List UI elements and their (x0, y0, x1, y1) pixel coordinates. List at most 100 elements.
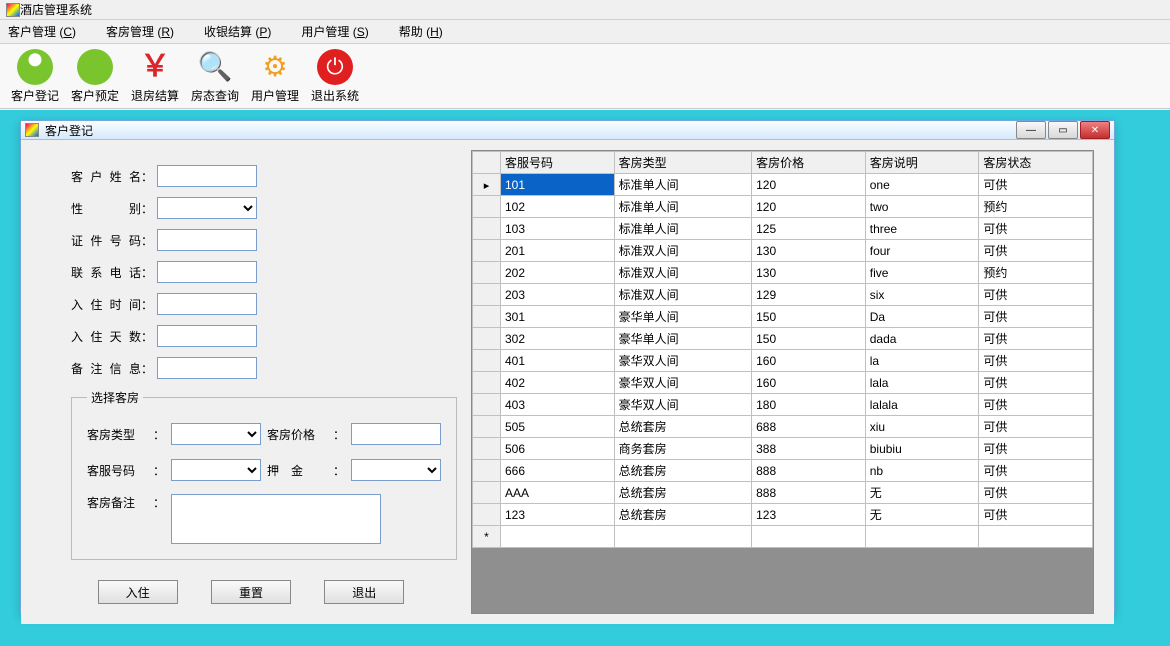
grid-cell[interactable]: 102 (501, 196, 615, 218)
grid-cell[interactable]: 666 (501, 460, 615, 482)
grid-cell[interactable]: la (865, 350, 979, 372)
grid-cell[interactable]: 888 (752, 482, 866, 504)
grid-cell[interactable]: 120 (752, 174, 866, 196)
deposit-select[interactable] (351, 459, 441, 481)
grid-cell[interactable]: 302 (501, 328, 615, 350)
grid-cell[interactable]: lala (865, 372, 979, 394)
grid-cell[interactable]: 豪华双人间 (614, 394, 752, 416)
grid-cell[interactable]: 豪华单人间 (614, 306, 752, 328)
grid-cell[interactable]: 可供 (979, 482, 1093, 504)
grid-cell[interactable]: 160 (752, 350, 866, 372)
table-row[interactable]: 401豪华双人间160la可供 (473, 350, 1093, 372)
grid-cell[interactable]: 可供 (979, 372, 1093, 394)
grid-cell[interactable]: 150 (752, 328, 866, 350)
grid-cell[interactable]: 130 (752, 240, 866, 262)
grid-cell[interactable]: 203 (501, 284, 615, 306)
grid-cell[interactable]: 403 (501, 394, 615, 416)
toolbar-btn-customer-register[interactable]: 客户登记 (10, 46, 60, 106)
table-row[interactable]: AAA总统套房888无可供 (473, 482, 1093, 504)
grid-cell[interactable]: 180 (752, 394, 866, 416)
table-row[interactable]: 301豪华单人间150Da可供 (473, 306, 1093, 328)
table-row[interactable]: 402豪华双人间160lala可供 (473, 372, 1093, 394)
grid-cell[interactable]: xiu (865, 416, 979, 438)
table-row[interactable]: 202标准双人间130five预约 (473, 262, 1093, 284)
grid-cell[interactable]: 388 (752, 438, 866, 460)
remark-input[interactable] (157, 357, 257, 379)
toolbar-btn-exit-system[interactable]: ⏻退出系统 (310, 46, 360, 106)
grid-cell[interactable]: 总统套房 (614, 504, 752, 526)
grid-cell[interactable]: 150 (752, 306, 866, 328)
minimize-button[interactable]: — (1016, 121, 1046, 139)
menu-item-帮助[interactable]: 帮助 (H) (399, 23, 443, 40)
menu-item-客房管理[interactable]: 客房管理 (R) (106, 23, 174, 40)
grid-cell[interactable]: 201 (501, 240, 615, 262)
grid-cell[interactable]: 123 (752, 504, 866, 526)
grid-cell[interactable]: dada (865, 328, 979, 350)
grid-cell[interactable]: 可供 (979, 306, 1093, 328)
grid-cell[interactable]: 无 (865, 504, 979, 526)
room-data-grid[interactable]: 客服号码客房类型客房价格客房说明客房状态 101标准单人间120one可供102… (471, 150, 1094, 614)
grid-cell[interactable]: 130 (752, 262, 866, 284)
room-remark-textarea[interactable] (171, 494, 381, 544)
grid-cell[interactable]: two (865, 196, 979, 218)
toolbar-btn-customer-reserve[interactable]: 客户预定 (70, 46, 120, 106)
grid-cell[interactable]: 标准单人间 (614, 218, 752, 240)
table-row[interactable]: 302豪华单人间150dada可供 (473, 328, 1093, 350)
toolbar-btn-room-status-query[interactable]: 🔍房态查询 (190, 46, 240, 106)
grid-cell[interactable]: 标准单人间 (614, 174, 752, 196)
grid-column-header[interactable]: 客房价格 (752, 152, 866, 174)
grid-cell[interactable]: six (865, 284, 979, 306)
grid-cell[interactable]: 688 (752, 416, 866, 438)
grid-cell[interactable]: Da (865, 306, 979, 328)
table-row[interactable]: 666总统套房888nb可供 (473, 460, 1093, 482)
grid-cell[interactable]: 无 (865, 482, 979, 504)
grid-cell[interactable]: 标准双人间 (614, 262, 752, 284)
table-row[interactable]: 102标准单人间120two预约 (473, 196, 1093, 218)
table-row[interactable]: 103标准单人间125three可供 (473, 218, 1093, 240)
table-row[interactable]: 123总统套房123无可供 (473, 504, 1093, 526)
grid-cell[interactable]: 标准双人间 (614, 284, 752, 306)
grid-cell[interactable]: 888 (752, 460, 866, 482)
grid-cell[interactable]: 总统套房 (614, 482, 752, 504)
toolbar-btn-user-manage[interactable]: ⚙用户管理 (250, 46, 300, 106)
grid-cell[interactable]: 506 (501, 438, 615, 460)
grid-column-header[interactable]: 客房状态 (979, 152, 1093, 174)
grid-column-header[interactable]: 客服号码 (501, 152, 615, 174)
id-number-input[interactable] (157, 229, 257, 251)
grid-cell[interactable]: 202 (501, 262, 615, 284)
grid-cell[interactable]: 可供 (979, 218, 1093, 240)
grid-cell[interactable]: 豪华双人间 (614, 372, 752, 394)
grid-cell[interactable]: nb (865, 460, 979, 482)
child-window-titlebar[interactable]: 客户登记 — ▭ ✕ (21, 121, 1114, 140)
grid-cell[interactable]: five (865, 262, 979, 284)
grid-cell[interactable]: 402 (501, 372, 615, 394)
grid-cell[interactable]: 可供 (979, 460, 1093, 482)
grid-cell[interactable]: 可供 (979, 328, 1093, 350)
grid-cell[interactable]: 103 (501, 218, 615, 240)
checkin-button[interactable]: 入住 (98, 580, 178, 604)
grid-cell[interactable]: 123 (501, 504, 615, 526)
room-price-input[interactable] (351, 423, 441, 445)
grid-cell[interactable]: 101 (501, 174, 615, 196)
menu-item-客户管理[interactable]: 客户管理 (C) (8, 23, 76, 40)
grid-cell[interactable]: AAA (501, 482, 615, 504)
table-row[interactable]: 101标准单人间120one可供 (473, 174, 1093, 196)
grid-cell[interactable]: 可供 (979, 438, 1093, 460)
grid-cell[interactable]: one (865, 174, 979, 196)
grid-cell[interactable]: 总统套房 (614, 460, 752, 482)
grid-cell[interactable]: 豪华单人间 (614, 328, 752, 350)
grid-cell[interactable]: 标准双人间 (614, 240, 752, 262)
grid-cell[interactable]: 401 (501, 350, 615, 372)
table-new-row[interactable] (473, 526, 1093, 548)
table-row[interactable]: 403豪华双人间180lalala可供 (473, 394, 1093, 416)
grid-cell[interactable]: 129 (752, 284, 866, 306)
grid-cell[interactable]: 160 (752, 372, 866, 394)
grid-cell[interactable]: 预约 (979, 262, 1093, 284)
maximize-button[interactable]: ▭ (1048, 121, 1078, 139)
grid-cell[interactable]: 可供 (979, 284, 1093, 306)
grid-cell[interactable]: 可供 (979, 240, 1093, 262)
grid-cell[interactable]: 豪华双人间 (614, 350, 752, 372)
toolbar-btn-checkout-settle[interactable]: ￥退房结算 (130, 46, 180, 106)
phone-input[interactable] (157, 261, 257, 283)
room-type-select[interactable] (171, 423, 261, 445)
